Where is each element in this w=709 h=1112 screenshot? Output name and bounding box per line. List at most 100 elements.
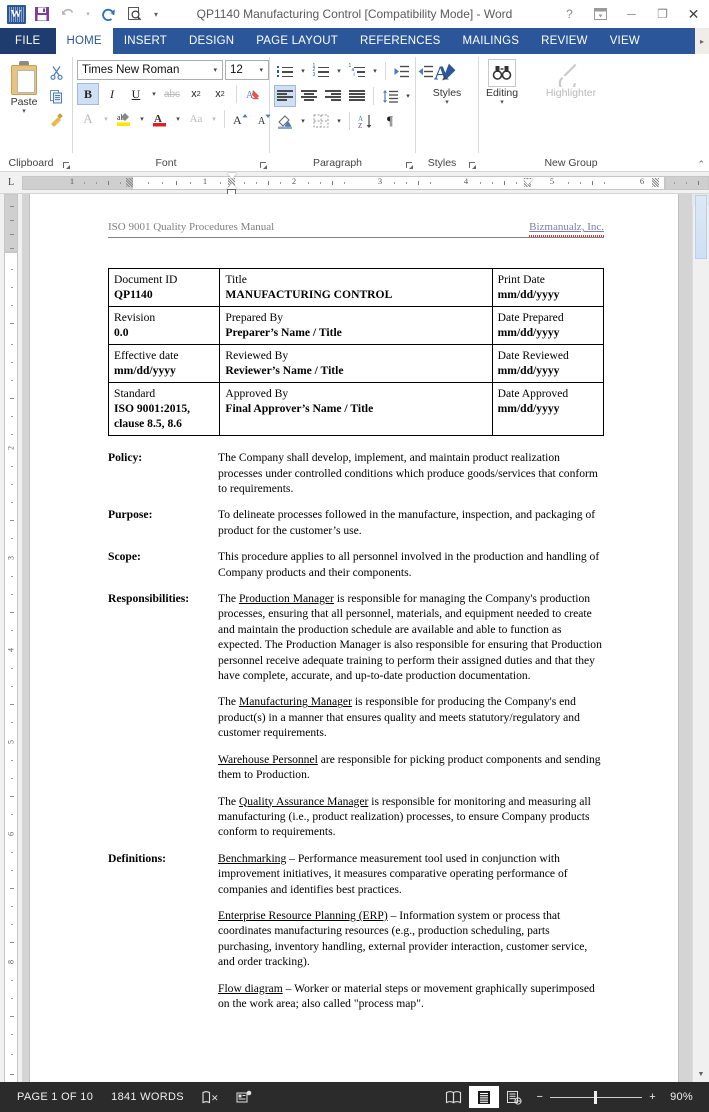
font-name-caret-icon[interactable]: ▾ <box>210 66 220 74</box>
cell-revision[interactable]: Revision 0.0 <box>107 305 221 345</box>
section-policy[interactable]: Policy: The Company shall develop, imple… <box>108 450 604 496</box>
multilevel-list-icon[interactable]: 1 a i <box>346 60 368 82</box>
tab-page-layout[interactable]: PAGE LAYOUT <box>245 28 349 54</box>
shading-icon[interactable] <box>274 110 296 132</box>
line-spacing-icon[interactable] <box>379 85 401 107</box>
underline-caret-icon[interactable]: ▾ <box>149 83 159 105</box>
format-painter-icon[interactable] <box>44 109 68 131</box>
subscript-button[interactable]: x2 <box>185 83 207 105</box>
zoom-slider[interactable] <box>550 1090 643 1104</box>
cell-print-date[interactable]: Print Date mm/dd/yyyy <box>491 267 605 307</box>
section-scope[interactable]: Scope: This procedure applies to all per… <box>108 549 604 580</box>
multilevel-caret-icon[interactable]: ▾ <box>370 60 380 82</box>
line-spacing-caret-icon[interactable]: ▾ <box>403 85 413 107</box>
document-body[interactable]: ISO 9001 Quality Procedures Manual Bizma… <box>107 220 605 1022</box>
sort-icon[interactable]: AZ <box>355 110 377 132</box>
font-color-icon[interactable]: A <box>149 108 171 130</box>
numbering-caret-icon[interactable]: ▾ <box>334 60 344 82</box>
help-button[interactable]: ? <box>554 0 585 28</box>
text-highlight-color-icon[interactable]: ab <box>113 108 135 130</box>
underline-button[interactable]: U <box>125 83 147 105</box>
undo-icon[interactable] <box>55 2 81 26</box>
italic-button[interactable]: I <box>101 83 123 105</box>
document-canvas[interactable]: ISO 9001 Quality Procedures Manual Bizma… <box>22 194 709 1082</box>
header-company-link[interactable]: Bizmanualz, Inc. <box>529 220 604 237</box>
document-info-table[interactable]: Document ID QP1140 Title MANUFACTURING C… <box>107 267 605 437</box>
paste-button[interactable]: Paste ▾ <box>4 57 44 115</box>
save-icon[interactable] <box>29 2 55 26</box>
vertical-ruler[interactable]: 2 3 4 5 6 8 <box>0 194 22 1082</box>
justify-icon[interactable] <box>346 85 368 107</box>
document-page[interactable]: ISO 9001 Quality Procedures Manual Bizma… <box>30 194 678 1082</box>
tab-file[interactable]: FILE <box>0 28 56 54</box>
cell-date-reviewed[interactable]: Date Reviewed mm/dd/yyyy <box>491 343 605 384</box>
table-row[interactable]: Standard ISO 9001:2015, clause 8.5, 8.6 … <box>107 381 605 437</box>
ruler-track[interactable]: 1 1 2 3 4 5 6 <box>22 172 709 195</box>
cell-prepared-by[interactable]: Prepared By Preparer’s Name / Title <box>219 305 493 345</box>
tab-design[interactable]: DESIGN <box>178 28 245 54</box>
cell-date-prepared[interactable]: Date Prepared mm/dd/yyyy <box>491 305 605 345</box>
grow-font-icon[interactable]: A <box>230 108 252 130</box>
text-effects-button[interactable]: A <box>77 108 99 130</box>
cell-reviewed-by[interactable]: Reviewed By Reviewer’s Name / Title <box>219 343 493 384</box>
tabs-overflow-icon[interactable]: ▸ <box>695 28 709 54</box>
cell-approved-by[interactable]: Approved By Final Approver’s Name / Titl… <box>219 381 493 437</box>
bold-button[interactable]: B <box>77 83 99 105</box>
scrollbar-thumb[interactable] <box>695 195 707 259</box>
tab-mailings[interactable]: MAILINGS <box>452 28 531 54</box>
undo-dropdown-icon[interactable]: ▾ <box>81 2 95 26</box>
tab-view[interactable]: VIEW <box>599 28 651 54</box>
numbering-icon[interactable]: 1 2 3 <box>310 60 332 82</box>
show-formatting-marks-icon[interactable]: ¶ <box>379 110 401 132</box>
macro-recording-icon[interactable] <box>227 1082 261 1112</box>
tab-review[interactable]: REVIEW <box>530 28 599 54</box>
clipboard-dialog-launcher-icon[interactable] <box>62 160 71 169</box>
cell-title[interactable]: Title MANUFACTURING CONTROL <box>219 267 493 307</box>
tab-references[interactable]: REFERENCES <box>349 28 452 54</box>
cell-effective-date[interactable]: Effective date mm/dd/yyyy <box>107 343 221 384</box>
styles-dialog-launcher-icon[interactable] <box>468 160 477 169</box>
table-row[interactable]: Effective date mm/dd/yyyy Reviewed By Re… <box>107 343 605 384</box>
table-row[interactable]: Document ID QP1140 Title MANUFACTURING C… <box>107 267 605 307</box>
zoom-out-button[interactable]: − <box>537 1091 544 1103</box>
tab-home[interactable]: HOME <box>55 28 113 54</box>
cell-date-approved[interactable]: Date Approved mm/dd/yyyy <box>491 381 605 437</box>
print-layout-icon[interactable] <box>468 1086 499 1108</box>
horizontal-ruler[interactable]: L 1 1 2 3 4 5 6 <box>0 172 709 195</box>
paragraph-dialog-launcher-icon[interactable] <box>405 160 414 169</box>
word-logo-icon[interactable]: W <box>3 2 29 26</box>
font-dialog-launcher-icon[interactable] <box>259 160 268 169</box>
font-size-combo[interactable]: 12 ▾ <box>225 60 269 80</box>
section-definitions[interactable]: Definitions: Benchmarking – Performance … <box>108 851 604 1012</box>
align-center-icon[interactable] <box>298 85 320 107</box>
align-left-icon[interactable] <box>274 85 296 107</box>
text-effects-caret-icon[interactable]: ▾ <box>101 108 111 130</box>
minimize-button[interactable]: ─ <box>616 0 647 28</box>
scroll-down-icon[interactable]: ▼ <box>693 1067 709 1082</box>
cell-document-id[interactable]: Document ID QP1140 <box>107 267 221 307</box>
change-case-caret-icon[interactable]: ▾ <box>209 108 219 130</box>
bullets-caret-icon[interactable]: ▾ <box>298 60 308 82</box>
shading-caret-icon[interactable]: ▾ <box>298 110 308 132</box>
copy-icon[interactable] <box>44 85 68 107</box>
clear-formatting-icon[interactable]: A <box>242 83 264 105</box>
ribbon-display-options-button[interactable] <box>585 0 616 28</box>
vertical-scrollbar[interactable]: ▼ <box>692 194 709 1082</box>
collapse-ribbon-icon[interactable]: ⌃ <box>697 159 705 170</box>
font-color-caret-icon[interactable]: ▾ <box>173 108 183 130</box>
redo-icon[interactable] <box>95 2 121 26</box>
paste-caret-icon[interactable]: ▾ <box>22 108 26 115</box>
strikethrough-button[interactable]: abc <box>161 83 183 105</box>
read-mode-icon[interactable] <box>439 1086 469 1108</box>
bullets-icon[interactable] <box>274 60 296 82</box>
web-layout-icon[interactable] <box>499 1086 529 1108</box>
maximize-button[interactable]: ❐ <box>647 0 678 28</box>
cell-standard[interactable]: Standard ISO 9001:2015, clause 8.5, 8.6 <box>107 381 221 437</box>
superscript-button[interactable]: x2 <box>209 83 231 105</box>
cut-icon[interactable] <box>44 61 68 83</box>
page-indicator[interactable]: PAGE 1 OF 10 <box>8 1082 102 1112</box>
highlight-caret-icon[interactable]: ▾ <box>137 108 147 130</box>
section-responsibilities[interactable]: Responsibilities: The Production Manager… <box>108 591 604 840</box>
styles-button[interactable]: A Styles ▾ <box>420 57 474 106</box>
word-count[interactable]: 1841 WORDS <box>102 1082 193 1112</box>
